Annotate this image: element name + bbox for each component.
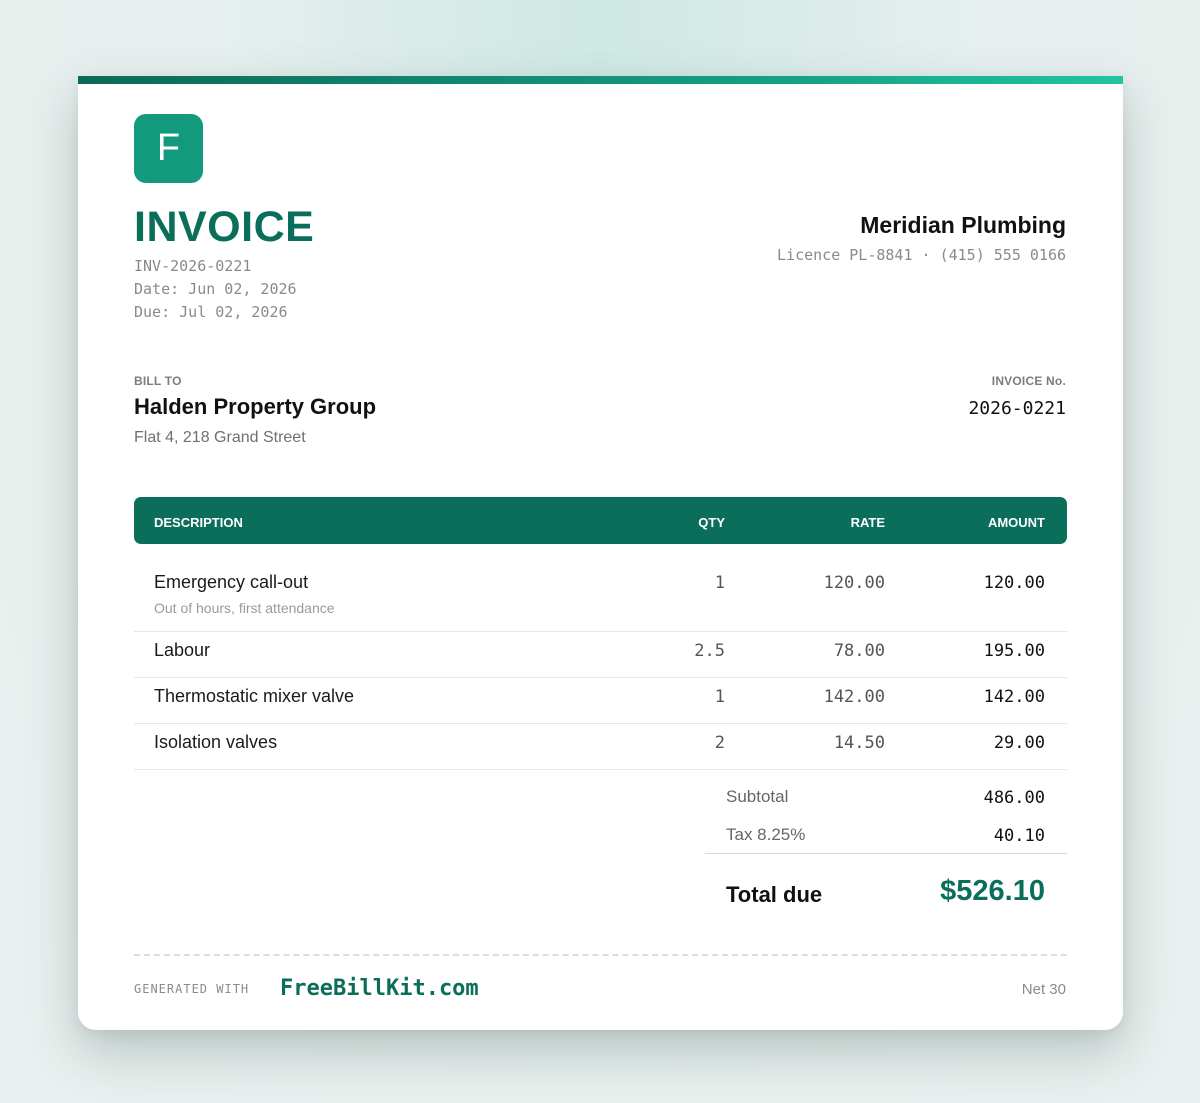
tax-value: 40.10 xyxy=(993,826,1045,846)
row-rate: 120.00 xyxy=(823,573,885,593)
row-qty: 1 xyxy=(714,687,725,707)
row-rate: 142.00 xyxy=(823,687,885,707)
row-amount: 142.00 xyxy=(983,687,1045,707)
row-qty: 2 xyxy=(714,733,725,753)
header-amount: AMOUNT xyxy=(987,515,1045,530)
totals-divider xyxy=(705,853,1067,854)
table-row: Thermostatic mixer valve 1 142.00 142.00 xyxy=(134,678,1067,724)
header-description: DESCRIPTION xyxy=(154,515,243,530)
row-note: Out of hours, first attendance xyxy=(154,600,335,616)
company-details: Licence PL-8841 · (415) 555 0166 xyxy=(777,246,1066,264)
subtotal-value: 486.00 xyxy=(983,788,1045,808)
footer-divider xyxy=(134,954,1067,956)
table-header: DESCRIPTION QTY RATE AMOUNT xyxy=(134,497,1067,544)
payment-terms: Net 30 xyxy=(1021,981,1066,998)
tax-label: Tax 8.25% xyxy=(726,825,806,844)
subtotal-label: Subtotal xyxy=(726,787,789,806)
row-qty: 2.5 xyxy=(694,641,725,661)
total-due-label: Total due xyxy=(726,882,823,907)
invoice-id: INV-2026-0221 xyxy=(134,257,252,275)
invoice-number-label: INVOICE No. xyxy=(991,374,1066,388)
company-logo: F xyxy=(134,114,203,183)
invoice-due-date: Due: Jul 02, 2026 xyxy=(134,303,288,321)
table-row: Emergency call-out Out of hours, first a… xyxy=(134,544,1067,632)
generated-with-label: GENERATED WITH xyxy=(134,982,250,996)
bill-to-label: BILL TO xyxy=(134,374,182,388)
row-amount: 29.00 xyxy=(993,733,1045,753)
logo-letter: F xyxy=(156,127,181,169)
invoice-title: INVOICE xyxy=(134,203,315,251)
row-amount: 195.00 xyxy=(983,641,1045,661)
invoice-date: Date: Jun 02, 2026 xyxy=(134,280,297,298)
row-description: Emergency call-out xyxy=(154,572,309,592)
row-rate: 78.00 xyxy=(833,641,885,661)
header-rate: RATE xyxy=(850,515,885,530)
invoice-card: F INVOICE INV-2026-0221 Date: Jun 02, 20… xyxy=(78,76,1123,1030)
table-row: Labour 2.5 78.00 195.00 xyxy=(134,632,1067,678)
row-rate: 14.50 xyxy=(833,733,885,753)
accent-top-bar xyxy=(78,76,1123,84)
company-name: Meridian Plumbing xyxy=(860,212,1066,238)
client-address: Flat 4, 218 Grand Street xyxy=(134,429,306,446)
client-name: Halden Property Group xyxy=(134,394,377,419)
row-description: Labour xyxy=(154,640,211,660)
header-qty: QTY xyxy=(698,515,725,530)
brand-link[interactable]: FreeBillKit.com xyxy=(280,976,479,1001)
row-amount: 120.00 xyxy=(983,573,1045,593)
invoice-number: 2026-0221 xyxy=(968,398,1066,419)
row-description: Isolation valves xyxy=(154,732,278,752)
row-qty: 1 xyxy=(714,573,725,593)
table-row: Isolation valves 2 14.50 29.00 xyxy=(134,724,1067,770)
row-description: Thermostatic mixer valve xyxy=(154,686,355,706)
total-due-value: $526.10 xyxy=(940,875,1045,907)
